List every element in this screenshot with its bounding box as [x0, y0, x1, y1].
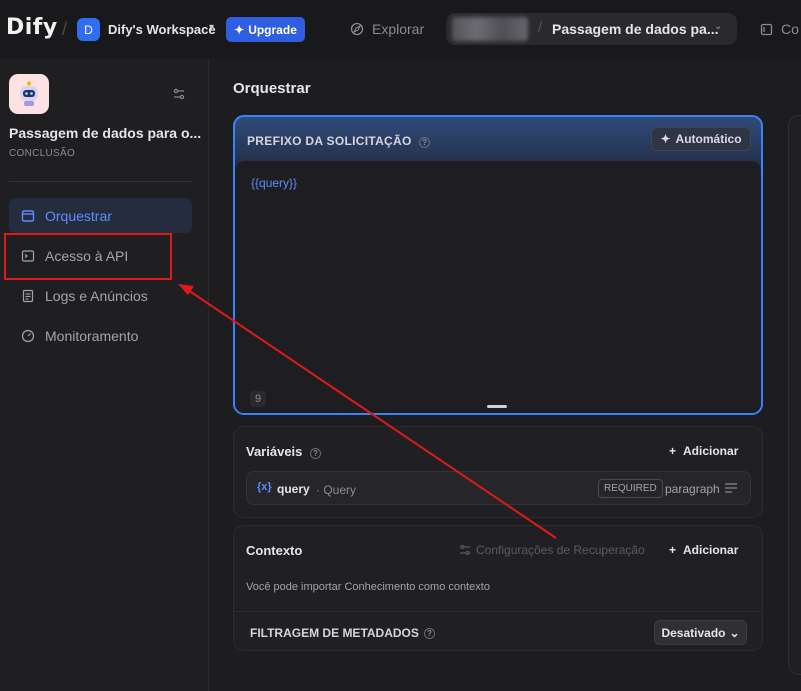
book-icon: [760, 23, 773, 35]
context-card: Contexto Configurações de Recuperação + …: [233, 525, 763, 651]
info-icon[interactable]: ?: [419, 137, 431, 148]
context-description: Você pode importar Conhecimento como con…: [246, 581, 490, 593]
variables-card: Variáveis ? + Adicionar {x} query · Quer…: [233, 426, 763, 518]
paragraph-icon: [725, 482, 737, 496]
plus-icon: +: [669, 543, 677, 557]
explore-nav[interactable]: Explorar: [350, 21, 424, 37]
separator: /: [62, 19, 68, 39]
settings-sliders-icon: [460, 545, 470, 555]
variable-type: paragraph: [665, 482, 720, 496]
upgrade-button[interactable]: ✦ Upgrade: [226, 17, 305, 42]
sidebar-item-label: Logs e Anúncios: [45, 287, 148, 304]
explore-label: Explorar: [372, 21, 425, 37]
variable-name: query: [277, 482, 310, 496]
prompt-header: PREFIXO DA SOLICITAÇÃO ?: [247, 134, 431, 148]
sidebar-item-logs[interactable]: Logs e Anúncios: [9, 278, 192, 313]
chevron-down-icon: ⌄: [714, 21, 723, 32]
annotation-highlight-box: [4, 233, 172, 280]
add-variable-button[interactable]: + Adicionar: [669, 444, 738, 458]
sparkle-icon: ✦: [660, 132, 671, 146]
upgrade-label: Upgrade: [248, 22, 297, 37]
variable-label: · Query: [316, 483, 357, 497]
compass-icon: [350, 22, 364, 36]
info-icon[interactable]: ?: [423, 627, 435, 639]
robot-icon: [9, 74, 49, 114]
sparkle-icon: ✦: [234, 22, 245, 37]
main-panel: Orquestrar PREFIXO DA SOLICITAÇÃO ? ✦ Au…: [210, 59, 801, 691]
add-variable-label: Adicionar: [683, 444, 739, 458]
metadata-filter-select[interactable]: Desativado ⌄: [654, 620, 747, 645]
resize-handle[interactable]: [487, 405, 507, 408]
app-selector[interactable]: / Passagem de dados pa... ⌄: [446, 13, 737, 45]
auto-generate-button[interactable]: ✦ Automático: [651, 127, 751, 151]
metadata-filter-title: FILTRAGEM DE METADADOS ?: [250, 626, 435, 640]
prompt-editor: PREFIXO DA SOLICITAÇÃO ? ✦ Automático {{…: [233, 115, 763, 415]
info-icon[interactable]: ?: [310, 448, 322, 459]
app-title: Passagem de dados para o...: [9, 125, 202, 141]
redacted-thumbnail: [452, 17, 528, 41]
app-mode: CONCLUSÃO: [9, 148, 76, 159]
metadata-filter-value: Desativado: [661, 625, 726, 640]
window-icon: [21, 209, 35, 223]
variables-title: Variáveis ?: [246, 444, 322, 459]
variable-icon: {x}: [257, 481, 272, 493]
context-title: Contexto: [246, 543, 303, 558]
top-bar: Dify / D Dify's Workspace ▾ ✦ Upgrade Ex…: [0, 0, 801, 59]
sidebar: Passagem de dados para o... CONCLUSÃO Or…: [0, 59, 209, 691]
separator: /: [538, 19, 543, 36]
sidebar-item-label: Monitoramento: [45, 327, 139, 344]
retrieval-settings-button[interactable]: Configurações de Recuperação: [459, 543, 645, 557]
metadata-filter-label: FILTRAGEM DE METADADOS: [250, 626, 419, 640]
plus-icon: +: [669, 444, 677, 458]
character-count: 9: [250, 391, 266, 407]
divider: [9, 181, 192, 182]
divider: [234, 611, 762, 612]
studio-label: Co: [781, 21, 799, 37]
dify-logo[interactable]: Dify: [6, 15, 58, 40]
document-icon: [21, 289, 35, 303]
workspace-avatar[interactable]: D: [77, 18, 100, 41]
sidebar-item-label: Orquestrar: [45, 207, 112, 224]
prompt-textarea[interactable]: {{query}} 9: [235, 161, 761, 413]
variable-row[interactable]: {x} query · Query REQUIRED paragraph: [246, 471, 751, 505]
chevron-down-icon: ⌄: [729, 625, 740, 640]
studio-nav[interactable]: Co: [760, 21, 799, 37]
add-context-button[interactable]: + Adicionar: [669, 543, 738, 557]
debug-preview-panel: [788, 115, 801, 675]
settings-sliders-icon[interactable]: [172, 87, 186, 104]
page-title: Orquestrar: [233, 80, 311, 97]
add-context-label: Adicionar: [683, 543, 739, 557]
chevron-down-icon[interactable]: ▾: [209, 22, 214, 33]
required-badge: REQUIRED: [598, 479, 663, 498]
gauge-icon: [21, 329, 35, 343]
workspace-name[interactable]: Dify's Workspace: [108, 22, 216, 37]
variables-title-label: Variáveis: [246, 444, 303, 459]
sidebar-item-orquestrar[interactable]: Orquestrar: [9, 198, 192, 233]
auto-generate-label: Automático: [675, 132, 742, 146]
retrieval-settings-label: Configurações de Recuperação: [476, 543, 645, 557]
prompt-header-label: PREFIXO DA SOLICITAÇÃO: [247, 134, 412, 148]
sidebar-item-monitoring[interactable]: Monitoramento: [9, 318, 192, 353]
app-selector-name: Passagem de dados pa...: [552, 21, 719, 37]
prompt-text: {{query}}: [251, 176, 298, 190]
